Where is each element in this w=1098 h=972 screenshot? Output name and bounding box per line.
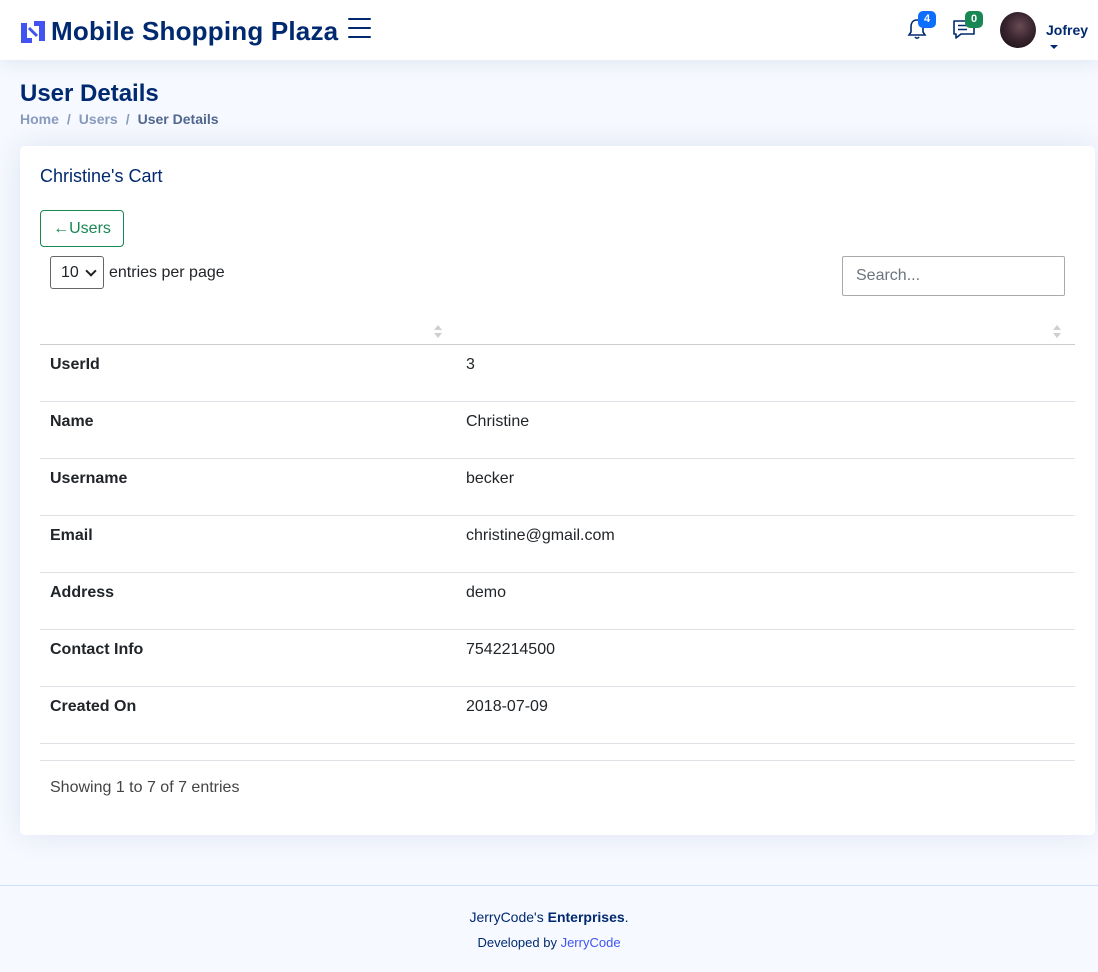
copyright-prefix: JerryCode's (469, 909, 548, 925)
breadcrumb-home[interactable]: Home (20, 111, 59, 127)
entries-per-page-value: 10 (61, 263, 79, 281)
field-label: Contact Info (50, 641, 144, 658)
field-label: Address (50, 584, 115, 601)
breadcrumb: Home / Users / User Details (20, 111, 219, 127)
breadcrumb-separator: / (125, 111, 130, 127)
logo-icon (21, 20, 45, 43)
table-divider (40, 760, 1075, 761)
table-row: Username becker (40, 459, 1075, 516)
field-value: becker (466, 470, 515, 487)
table-row: Email christine@gmail.com (40, 516, 1075, 573)
table-row: Name Christine (40, 402, 1075, 459)
copyright: JerryCode's Enterprises. (0, 909, 1098, 925)
user-name-label: Jofrey (1046, 22, 1089, 38)
entries-per-page: 10 entries per page (50, 256, 225, 289)
footer: JerryCode's Enterprises. Developed by Je… (0, 885, 1098, 972)
user-details-card: Christine's Cart ←Users 10 entries per p… (20, 146, 1095, 835)
messages-button[interactable]: 0 (951, 11, 983, 42)
avatar[interactable] (1000, 12, 1036, 48)
copyright-company: Enterprises (547, 909, 625, 925)
field-value: demo (466, 584, 507, 601)
field-value: christine@gmail.com (466, 527, 615, 544)
field-label: Created On (50, 698, 137, 715)
breadcrumb-separator: / (66, 111, 71, 127)
breadcrumb-current: User Details (137, 111, 219, 127)
credits-prefix: Developed by (477, 935, 561, 950)
field-value: 7542214500 (466, 641, 555, 658)
credits-link[interactable]: JerryCode (561, 935, 621, 950)
card-title: Christine's Cart (40, 166, 163, 186)
entries-per-page-select[interactable]: 10 (50, 256, 104, 289)
table-row: UserId 3 (40, 345, 1075, 402)
notifications-badge: 4 (918, 11, 936, 28)
details-table: UserId 3 Name Christine Username becker … (40, 311, 1075, 744)
messages-badge: 0 (965, 11, 983, 28)
notifications-bell[interactable]: 4 (904, 11, 936, 42)
field-label: Username (50, 470, 128, 487)
table-row: Address demo (40, 573, 1075, 630)
page-title: User Details (20, 80, 159, 107)
table-row: Contact Info 7542214500 (40, 630, 1075, 687)
user-menu[interactable]: Jofrey (1046, 22, 1098, 54)
search-input[interactable] (842, 256, 1065, 296)
menu-toggle-icon[interactable] (348, 18, 372, 40)
field-label: Name (50, 413, 94, 430)
table-header (40, 311, 1075, 345)
chevron-down-icon (85, 264, 97, 277)
sort-icon[interactable] (1053, 325, 1061, 339)
top-header: Mobile Shopping Plaza 4 0 Jofrey (0, 0, 1098, 60)
field-label: UserId (50, 356, 100, 373)
brand-name: Mobile Shopping Plaza (51, 16, 339, 46)
credits: Developed by JerryCode (0, 935, 1098, 950)
sort-icon[interactable] (434, 325, 442, 339)
field-label: Email (50, 527, 93, 544)
entries-summary: Showing 1 to 7 of 7 entries (50, 779, 240, 796)
breadcrumb-users[interactable]: Users (79, 111, 118, 127)
chevron-down-icon (1050, 45, 1058, 50)
table-row: Created On 2018-07-09 (40, 687, 1075, 744)
field-value: Christine (466, 413, 530, 430)
copyright-suffix: . (624, 909, 629, 925)
field-value: 2018-07-09 (466, 698, 548, 715)
entries-per-page-label: entries per page (109, 263, 225, 281)
logo[interactable]: Mobile Shopping Plaza (20, 16, 338, 47)
field-value: 3 (466, 356, 475, 373)
back-to-users-button[interactable]: ←Users (40, 210, 124, 247)
